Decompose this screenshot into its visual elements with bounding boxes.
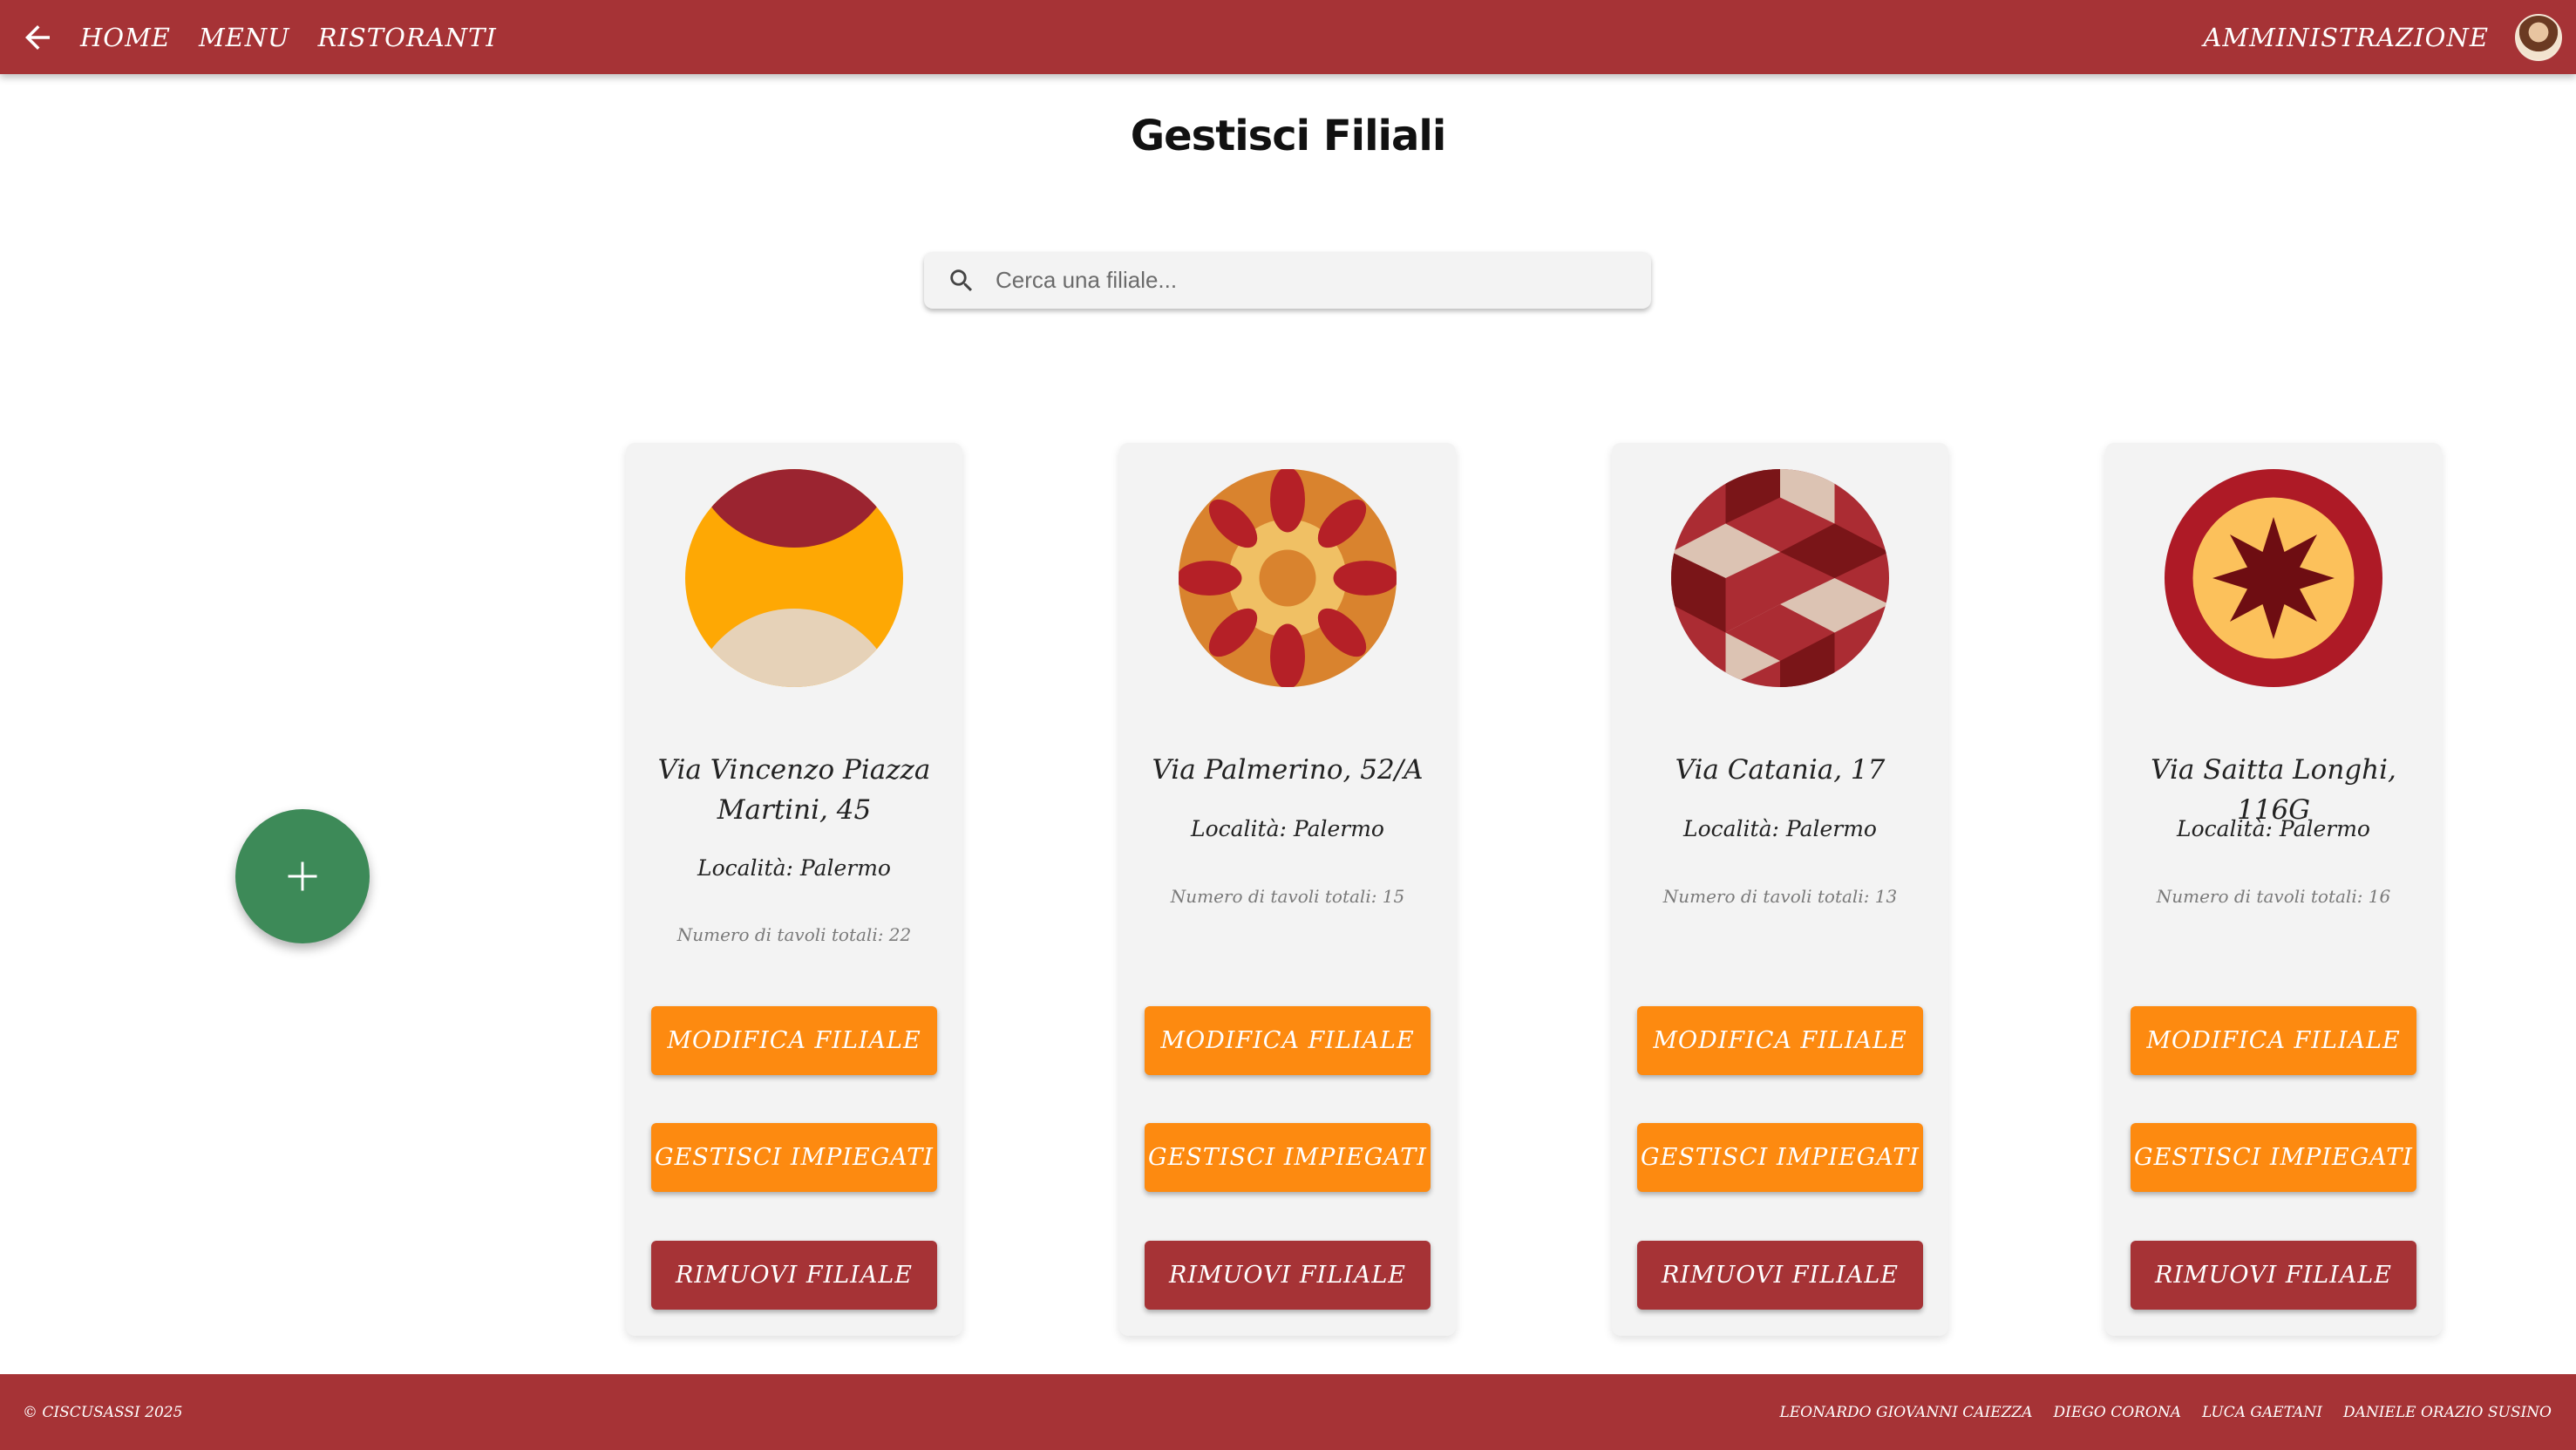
- footer-author[interactable]: DANIELE ORAZIO SUSINO: [2343, 1404, 2552, 1421]
- manage-staff-button[interactable]: GESTISCI IMPIEGATI: [651, 1123, 937, 1192]
- edit-branch-button[interactable]: MODIFICA FILIALE: [2131, 1006, 2416, 1075]
- branch-address: Via Palmerino, 52/A: [1152, 754, 1424, 786]
- avatar[interactable]: [2515, 13, 2562, 61]
- branch-logo-icon: [2165, 469, 2382, 687]
- nav-link-ristoranti[interactable]: RISTORANTI: [318, 23, 497, 52]
- nav-link-menu[interactable]: MENU: [199, 23, 290, 52]
- nav-link-amministrazione[interactable]: AMMINISTRAZIONE: [2203, 23, 2489, 52]
- branch-tables: Numero di tavoli totali: 16: [2156, 886, 2391, 907]
- nav-links: HOME MENU RISTORANTI: [80, 0, 497, 74]
- nav-link-home[interactable]: HOME: [80, 23, 171, 52]
- page-title: Gestisci Filiali: [1130, 112, 1447, 160]
- footer: © CISCUSASSI 2025 LEONARDO GIOVANNI CAIE…: [0, 1374, 2576, 1450]
- branch-city: Località: Palermo: [1683, 816, 1877, 841]
- branch-city: Località: Palermo: [697, 855, 891, 881]
- branch-card: Via Vincenzo Piazza Martini, 45 Località…: [626, 443, 962, 1336]
- arrow-left-icon[interactable]: [19, 19, 56, 56]
- branch-card: Via Saitta Longhi, 116G Località: Palerm…: [2105, 443, 2442, 1336]
- branch-tables: Numero di tavoli totali: 15: [1170, 886, 1405, 907]
- branch-card: Via Catania, 17 Località: Palermo Numero…: [1612, 443, 1948, 1336]
- footer-copyright: © CISCUSASSI 2025: [23, 1403, 183, 1421]
- footer-author[interactable]: LEONARDO GIOVANNI CAIEZZA: [1779, 1404, 2032, 1421]
- search-input[interactable]: [996, 258, 1606, 303]
- branch-logo-icon: [1671, 469, 1889, 687]
- branch-city: Località: Palermo: [2177, 816, 2370, 841]
- manage-staff-button[interactable]: GESTISCI IMPIEGATI: [1637, 1123, 1923, 1192]
- nav-right: AMMINISTRAZIONE: [2203, 0, 2576, 74]
- footer-authors: LEONARDO GIOVANNI CAIEZZA DIEGO CORONA L…: [1779, 1404, 2552, 1421]
- manage-staff-button[interactable]: GESTISCI IMPIEGATI: [2131, 1123, 2416, 1192]
- navbar: HOME MENU RISTORANTI AMMINISTRAZIONE: [0, 0, 2576, 74]
- footer-author[interactable]: DIEGO CORONA: [2054, 1404, 2182, 1421]
- remove-branch-button[interactable]: RIMUOVI FILIALE: [1637, 1241, 1923, 1310]
- plus-icon: [288, 861, 317, 891]
- remove-branch-button[interactable]: RIMUOVI FILIALE: [651, 1241, 937, 1310]
- remove-branch-button[interactable]: RIMUOVI FILIALE: [2131, 1241, 2416, 1310]
- branch-logo-icon: [1179, 469, 1397, 687]
- edit-branch-button[interactable]: MODIFICA FILIALE: [651, 1006, 937, 1075]
- add-branch-button[interactable]: [235, 809, 370, 943]
- branch-address: Via Catania, 17: [1675, 754, 1886, 786]
- manage-staff-button[interactable]: GESTISCI IMPIEGATI: [1145, 1123, 1431, 1192]
- branch-address: Via Vincenzo Piazza Martini, 45: [657, 754, 931, 826]
- edit-branch-button[interactable]: MODIFICA FILIALE: [1637, 1006, 1923, 1075]
- branch-tables: Numero di tavoli totali: 22: [676, 924, 912, 945]
- branch-city: Località: Palermo: [1191, 816, 1384, 841]
- search-icon: [950, 269, 973, 291]
- branch-logo-icon: [685, 469, 903, 687]
- edit-branch-button[interactable]: MODIFICA FILIALE: [1145, 1006, 1431, 1075]
- search-bar: [924, 252, 1651, 309]
- branch-card: Via Palmerino, 52/A Località: Palermo Nu…: [1119, 443, 1456, 1336]
- branch-tables: Numero di tavoli totali: 13: [1662, 886, 1898, 907]
- remove-branch-button[interactable]: RIMUOVI FILIALE: [1145, 1241, 1431, 1310]
- footer-author[interactable]: LUCA GAETANI: [2202, 1404, 2322, 1421]
